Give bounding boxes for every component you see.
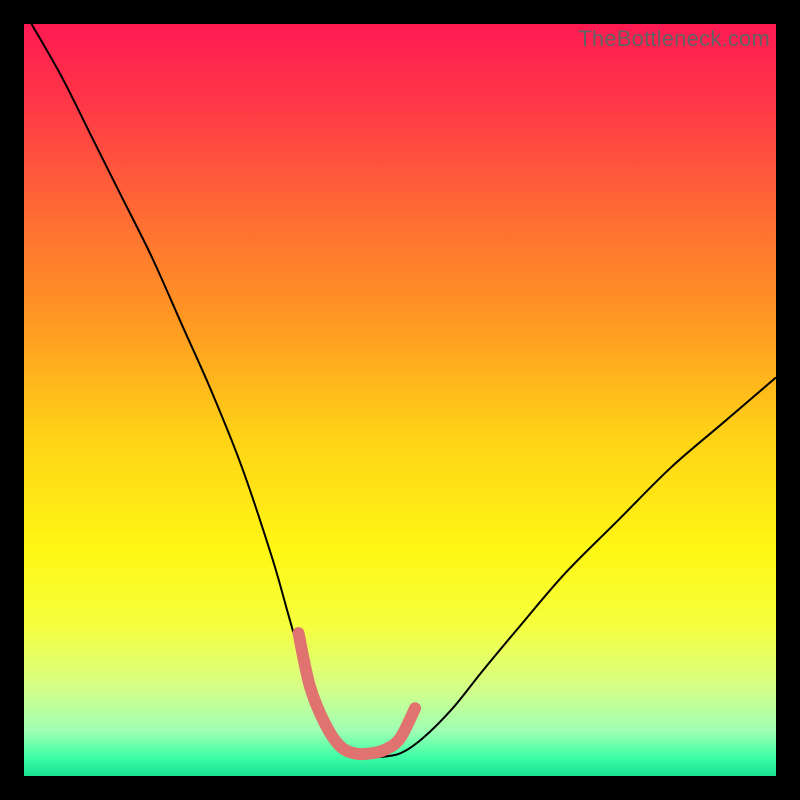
bottleneck-chart: [24, 24, 776, 776]
gradient-background: [24, 24, 776, 776]
chart-frame: TheBottleneck.com: [24, 24, 776, 776]
watermark-text: TheBottleneck.com: [578, 26, 770, 52]
